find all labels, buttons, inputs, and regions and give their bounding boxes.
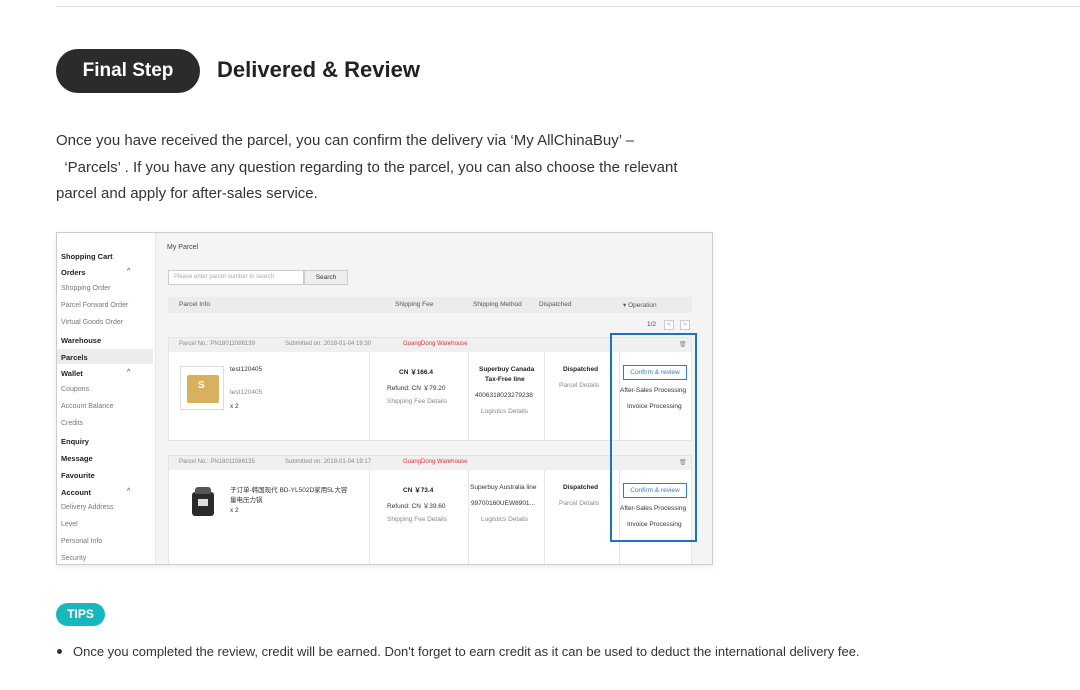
sidebar-item-level[interactable]: Level: [61, 521, 78, 528]
sidebar-item-account-balance[interactable]: Account Balance: [61, 403, 114, 410]
item-name: test120405: [230, 366, 263, 373]
shipping-method: Superbuy Australia line: [470, 484, 537, 491]
sidebar-item-account[interactable]: Account: [61, 488, 91, 497]
sidebar-item-warehouse[interactable]: Warehouse: [61, 336, 101, 345]
column-header-dispatched: Dispatched: [539, 301, 572, 308]
column-header-shipping-method: Shipping Method: [473, 301, 522, 308]
sidebar-item-credits[interactable]: Credits: [61, 420, 83, 427]
refund-amount: Refund: CN ￥39.60: [387, 503, 446, 510]
sidebar-item-personal-info[interactable]: Personal Info: [61, 538, 102, 545]
parcel-status: Dispatched: [563, 366, 599, 373]
shipping-fee-details-link[interactable]: Shipping Fee Details: [387, 516, 447, 523]
sidebar-item-enquiry[interactable]: Enquiry: [61, 437, 89, 446]
pagination-text: 1/2: [647, 321, 657, 328]
parcel-item-thumbnail[interactable]: S: [180, 366, 224, 410]
parcel-item-thumbnail[interactable]: [180, 482, 224, 526]
parcel-warehouse: GuangDong Warehouse: [403, 341, 468, 347]
sidebar-item-shopping-order[interactable]: Shopping Order: [61, 285, 110, 292]
page-title: My Parcel: [167, 244, 199, 251]
sidebar-item-favourite[interactable]: Favourite: [61, 471, 95, 480]
intro-line: parcel and apply for after-sales service…: [56, 185, 318, 202]
sidebar-item-virtual-goods-order[interactable]: Virtual Goods Order: [61, 319, 123, 326]
parcel-details-link[interactable]: Parcel Details: [559, 382, 599, 389]
cooker-lid: [195, 487, 211, 494]
intro-paragraph: Once you have received the parcel, you c…: [56, 128, 696, 208]
column-header-parcel-info: Parcel Info: [179, 301, 211, 308]
sidebar-item-coupons[interactable]: Coupons: [61, 386, 89, 393]
chevron-up-icon[interactable]: ^: [127, 488, 130, 495]
intro-line: ‘Parcels’ . If you have any question reg…: [56, 158, 678, 176]
tips-badge: TIPS: [56, 603, 105, 626]
sidebar-item-parcel-forward-order[interactable]: Parcel Forward Order: [61, 302, 128, 309]
logistics-details-link[interactable]: Logistics Details: [481, 408, 528, 415]
next-page-button[interactable]: >: [680, 320, 690, 330]
box-icon: S: [187, 375, 219, 403]
shipping-fee: CN ￥73.4: [403, 487, 434, 494]
step-badge: Final Step: [56, 49, 200, 93]
step-title: Delivered & Review: [217, 57, 420, 82]
parcel-search-input[interactable]: Please enter parcel number to search: [168, 270, 304, 285]
parcel-page-screenshot: Shopping Cart Orders ^ Shopping Order Pa…: [56, 232, 713, 565]
tracking-number: 99700160UEW8901...: [471, 500, 535, 507]
cooker-display: [198, 499, 208, 506]
shipping-method: Superbuy Canada: [479, 366, 535, 373]
column-divider: [369, 352, 370, 440]
logistics-details-link[interactable]: Logistics Details: [481, 516, 528, 523]
chevron-up-icon[interactable]: ^: [127, 268, 130, 275]
item-quantity: x 2: [230, 507, 239, 514]
column-divider: [468, 470, 469, 564]
sidebar-item-parcels[interactable]: Parcels: [61, 353, 88, 362]
shipping-fee: CN ￥166.4: [399, 369, 433, 376]
column-header-shipping-fee: Shipping Fee: [395, 301, 434, 308]
tip-text: Once you completed the review, credit wi…: [73, 644, 860, 659]
column-divider: [544, 352, 545, 440]
chevron-up-icon[interactable]: ^: [127, 369, 130, 376]
top-divider: [56, 6, 1080, 7]
parcel-status: Dispatched: [563, 484, 599, 491]
item-quantity: x 2: [230, 403, 239, 410]
bullet-icon: [57, 649, 62, 654]
search-button[interactable]: Search: [304, 270, 348, 285]
account-sidebar: Shopping Cart Orders ^ Shopping Order Pa…: [57, 233, 153, 564]
sidebar-item-delivery-address[interactable]: Delivery Address: [61, 504, 114, 511]
item-name: 子订单-韩国现代 BD-YL502D家用5L大容: [230, 487, 348, 494]
refund-amount: Refund: CN ￥79.20: [387, 385, 446, 392]
column-header-operation[interactable]: ▾ Operation: [623, 301, 657, 309]
parcel-submitted-date: Submitted on: 2018-01-04 19:17: [285, 459, 372, 465]
column-divider: [369, 470, 370, 564]
prev-page-button[interactable]: <: [664, 320, 674, 330]
item-subtitle: 量电压力锅: [230, 497, 263, 504]
parcel-details-link[interactable]: Parcel Details: [559, 500, 599, 507]
tracking-number: 4006318023279238: [475, 392, 533, 399]
sidebar-item-wallet[interactable]: Wallet: [61, 369, 83, 378]
parcel-submitted-date: Submitted on: 2018-01-04 19:30: [285, 341, 372, 347]
parcel-warehouse: GuangDong Warehouse: [403, 459, 468, 465]
sidebar-item-message[interactable]: Message: [61, 454, 93, 463]
sidebar-item-shopping-cart[interactable]: Shopping Cart: [61, 252, 113, 261]
shipping-fee-details-link[interactable]: Shipping Fee Details: [387, 398, 447, 405]
sidebar-item-orders[interactable]: Orders: [61, 268, 86, 277]
column-divider: [468, 352, 469, 440]
parcel-number: Parcel No.: PN18011086135: [179, 459, 255, 465]
operation-highlight-box: [610, 333, 697, 542]
intro-line: Once you have received the parcel, you c…: [56, 132, 635, 149]
parcel-number: Parcel No.: PN18011086139: [179, 341, 255, 347]
shipping-method-line2: Tax-Free line: [485, 376, 525, 383]
item-subtitle: test120405: [230, 389, 263, 396]
sidebar-item-security[interactable]: Security: [61, 555, 86, 562]
column-divider: [544, 470, 545, 564]
